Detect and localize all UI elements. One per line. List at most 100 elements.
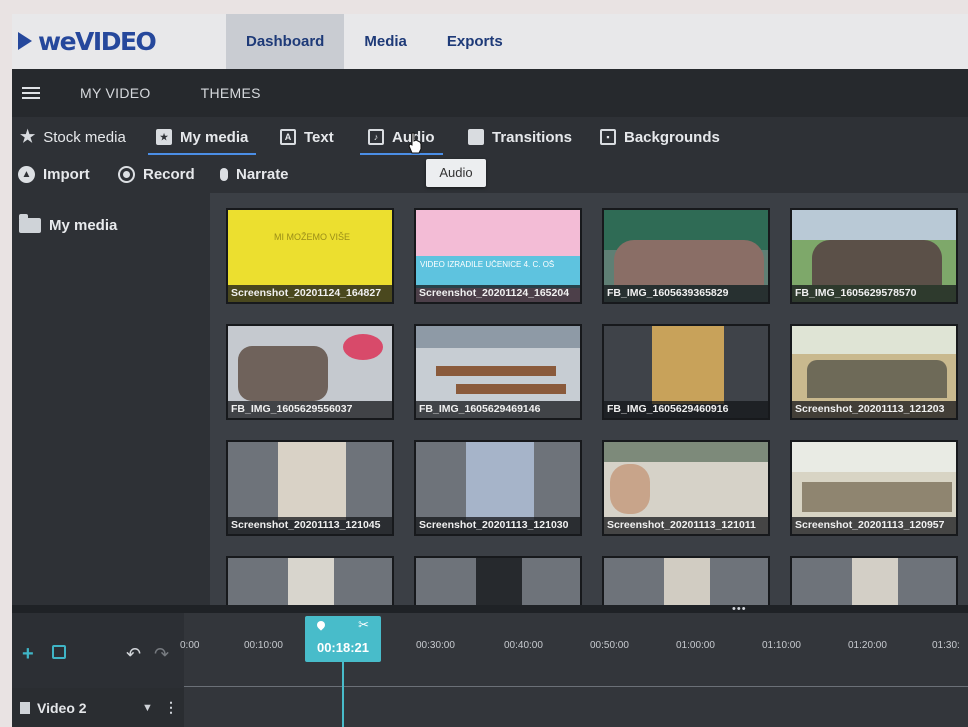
cloud-upload-icon: ▲ — [18, 165, 35, 183]
tab-text-label: Text — [304, 128, 334, 146]
media-filename: Screenshot_20201113_121030 — [416, 517, 580, 534]
top-bar: weVIDEO Dashboard Media Exports — [12, 14, 968, 69]
my-media-icon: ★ — [156, 129, 172, 145]
thumb-overlay-text: MI MOŽEMO VIŠE — [273, 232, 350, 242]
tab-stock-media-label: Stock media — [43, 128, 126, 146]
media-thumbnail[interactable]: FB_IMG_1605629460916 — [602, 324, 770, 420]
nav-media[interactable]: Media — [344, 14, 427, 69]
import-button[interactable]: ▲ Import — [18, 163, 90, 185]
media-thumbnail[interactable]: Screenshot_20201113_121030 — [414, 440, 582, 536]
playhead[interactable]: ✂ 00:18:21 — [305, 616, 381, 662]
time-tick: 01:30: — [932, 640, 960, 651]
record-label: Record — [143, 165, 195, 183]
audio-tooltip: Audio — [426, 159, 486, 187]
media-thumbnail[interactable]: Screenshot_20201113_121045 — [226, 440, 394, 536]
folder-label: My media — [49, 217, 118, 234]
media-thumbnail[interactable]: FB_IMG_1605629578570 — [790, 208, 958, 304]
media-thumbnail[interactable]: FB_IMG_1605639365829 — [602, 208, 770, 304]
media-thumbnail[interactable] — [790, 556, 958, 605]
narrate-button[interactable]: Narrate — [220, 163, 289, 185]
media-thumbnail[interactable]: FB_IMG_1605629469146 — [414, 324, 582, 420]
undo-icon[interactable]: ↶ — [126, 644, 141, 665]
media-filename: FB_IMG_1605629578570 — [792, 285, 956, 302]
time-tick: 01:20:00 — [848, 640, 887, 651]
media-thumbnail[interactable] — [226, 556, 394, 605]
thumb-overlay-text: VIDEO IZRADILE UČENICE 4. C. OŠ — [420, 260, 555, 269]
time-tick: 0:00 — [180, 640, 200, 651]
app-window: weVIDEO Dashboard Media Exports MY VIDEO… — [12, 14, 968, 727]
marker-icon[interactable] — [315, 619, 327, 631]
import-label: Import — [43, 165, 90, 183]
media-filename: FB_IMG_1605629460916 — [604, 401, 768, 418]
time-tick: 01:00:00 — [676, 640, 715, 651]
time-tick: 00:30:00 — [416, 640, 455, 651]
media-grid: MI MOŽEMO VIŠE Screenshot_20201124_16482… — [210, 193, 968, 605]
media-filename: FB_IMG_1605639365829 — [604, 285, 768, 302]
more-options-icon[interactable]: ⋮ — [164, 699, 178, 716]
star-icon: ★ — [20, 127, 36, 146]
track-name: Video 2 — [37, 699, 87, 716]
text-icon: A — [280, 129, 296, 145]
media-filename: Screenshot_20201124_165204 — [416, 285, 580, 302]
add-track-icon[interactable]: + — [22, 643, 34, 666]
tab-transitions-label: Transitions — [492, 128, 573, 146]
scissors-icon[interactable]: ✂ — [358, 617, 369, 633]
media-filename: Screenshot_20201124_164827 — [228, 285, 392, 302]
hand-cursor-icon — [408, 132, 422, 154]
audio-icon: ♪ — [368, 129, 384, 145]
panel-divider[interactable] — [12, 605, 968, 613]
backgrounds-icon: ▪ — [600, 129, 616, 145]
logo-text: weVIDEO — [38, 26, 157, 56]
tab-my-video[interactable]: MY VIDEO — [80, 85, 151, 101]
tab-stock-media[interactable]: ★ Stock media — [20, 125, 126, 149]
resize-handle-icon[interactable]: ••• — [732, 604, 747, 615]
media-thumbnail[interactable]: Screenshot_20201113_121011 — [602, 440, 770, 536]
tab-transitions[interactable]: Transitions — [468, 125, 572, 149]
tab-my-media[interactable]: ★ My media — [147, 125, 257, 155]
media-thumbnail[interactable]: Screenshot_20201113_121203 — [790, 324, 958, 420]
transitions-icon — [468, 129, 484, 145]
nav-exports[interactable]: Exports — [427, 14, 523, 69]
time-tick: 00:50:00 — [590, 640, 629, 651]
time-tick: 00:40:00 — [504, 640, 543, 651]
top-nav: Dashboard Media Exports — [226, 14, 523, 69]
media-thumbnail[interactable]: VIDEO IZRADILE UČENICE 4. C. OŠ Screensh… — [414, 208, 582, 304]
logo-play-icon — [18, 32, 32, 50]
media-filename: Screenshot_20201113_120957 — [792, 517, 956, 534]
media-thumbnail[interactable]: FB_IMG_1605629556037 — [226, 324, 394, 420]
media-tabs: ★ Stock media ★ My media A Text ♪ Audio … — [12, 117, 968, 155]
redo-icon[interactable]: ↷ — [154, 644, 169, 665]
media-sidebar: My media — [12, 193, 210, 605]
wevideo-logo[interactable]: weVIDEO — [18, 26, 157, 56]
media-thumbnail[interactable]: MI MOŽEMO VIŠE Screenshot_20201124_16482… — [226, 208, 394, 304]
chevron-down-icon[interactable]: ▼ — [142, 702, 153, 714]
tab-audio[interactable]: ♪ Audio — [360, 125, 442, 155]
media-filename: Screenshot_20201113_121203 — [792, 401, 956, 418]
media-thumbnail[interactable]: Screenshot_20201113_120957 — [790, 440, 958, 536]
media-filename: FB_IMG_1605629556037 — [228, 401, 392, 418]
record-icon — [118, 165, 135, 183]
media-thumbnail[interactable] — [602, 556, 770, 605]
media-actions: ▲ Import Record Narrate — [12, 155, 968, 193]
nav-dashboard[interactable]: Dashboard — [226, 14, 345, 69]
playhead-line[interactable] — [342, 662, 344, 727]
tab-backgrounds[interactable]: ▪ Backgrounds — [600, 125, 720, 149]
narrate-label: Narrate — [236, 165, 289, 183]
track-header: Video 2 ▼ ⋮ — [12, 688, 184, 727]
time-ruler[interactable] — [184, 677, 968, 687]
time-tick: 00:10:00 — [244, 640, 283, 651]
tab-backgrounds-label: Backgrounds — [624, 128, 720, 146]
hamburger-menu-icon[interactable] — [22, 87, 40, 99]
duplicate-icon[interactable] — [52, 645, 66, 659]
timeline: + ↶ ↷ 0:00 00:10:00 00:30:00 00:40:00 00… — [12, 613, 968, 727]
folder-my-media[interactable]: My media — [19, 214, 118, 234]
tab-text[interactable]: A Text — [280, 125, 334, 149]
media-filename: Screenshot_20201113_121045 — [228, 517, 392, 534]
folder-icon — [19, 214, 41, 233]
time-tick: 01:10:00 — [762, 640, 801, 651]
film-icon — [20, 701, 30, 714]
editor-sub-bar: MY VIDEO THEMES — [12, 69, 968, 117]
media-thumbnail[interactable] — [414, 556, 582, 605]
record-button[interactable]: Record — [118, 163, 195, 185]
tab-themes[interactable]: THEMES — [201, 85, 261, 101]
